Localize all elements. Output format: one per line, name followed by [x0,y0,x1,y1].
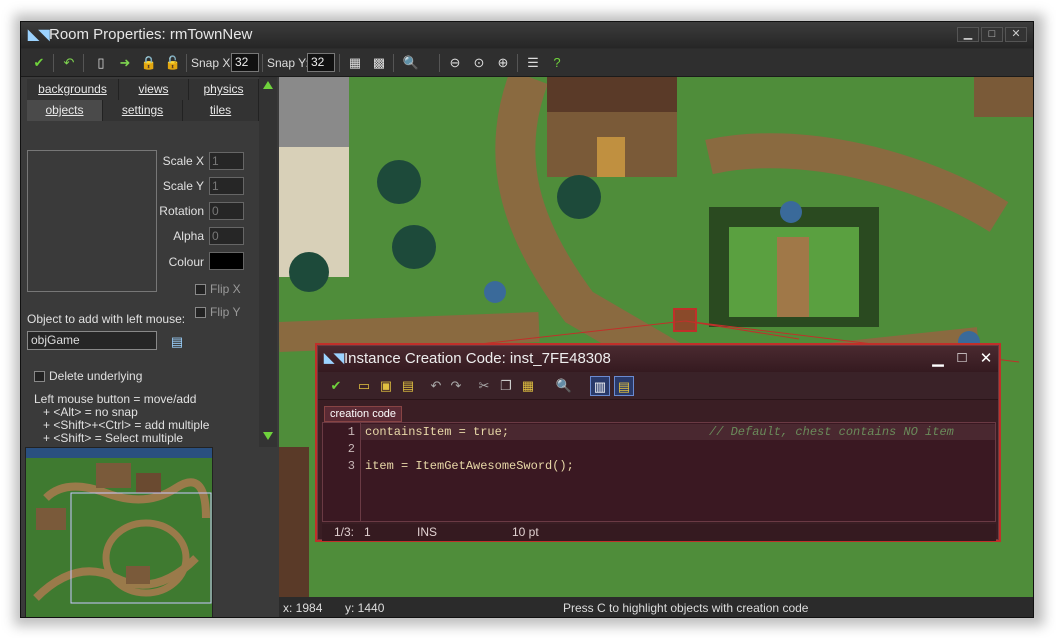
title-bar: ◣◥ Room Properties: rmTownNew ▁ □ ✕ [21,22,1033,48]
help-line: + <Shift> = Select multiple [43,431,184,445]
line-number: 2 [347,442,355,456]
help-icon[interactable]: ? [547,53,567,73]
flipx-label: Flip X [210,282,241,296]
maximize-button[interactable]: □ [981,27,1003,42]
room-minimap[interactable] [25,447,213,617]
undo-icon[interactable]: ↶ [426,376,446,396]
zoom-in-icon[interactable]: ⊕ [493,53,513,73]
dialog-close-button[interactable]: ✕ [976,349,996,367]
snapx-input[interactable]: 32 [231,53,259,72]
object-menu-icon[interactable]: ▤ [167,332,187,352]
flipy-checkbox[interactable] [195,307,206,318]
line-number: 1 [347,425,355,439]
cut-icon[interactable]: ✂ [474,376,494,396]
confirm-icon[interactable]: ✔ [326,376,346,396]
colour-label: Colour [168,255,204,269]
status-bar: x: 1984 y: 1440 Press C to highlight obj… [279,597,1033,617]
scaley-label: Scale Y [162,179,204,193]
status-column: 1 [364,525,371,539]
code-line[interactable]: item = ItemGetAwesomeSword(); [365,459,574,473]
object-preview [27,150,157,292]
colour-swatch[interactable] [209,252,244,270]
paste-icon[interactable]: ▦ [518,376,538,396]
open-icon[interactable]: ▭ [354,376,374,396]
zoom-reset-icon[interactable]: ⊙ [469,53,489,73]
code-editor[interactable]: 1 containsItem = true; // Default, chest… [322,422,996,522]
tab-physics[interactable]: physics [189,79,259,100]
room-toolbar: ✔ ↶ ▯ ➜ 🔒 🔓 Snap X: 32 Snap Y: 32 ▦ ▩ 🔍 … [21,49,1033,77]
object-input[interactable]: objGame [27,331,157,350]
tab-objects[interactable]: objects [27,100,103,121]
status-x: x: 1984 [283,601,323,615]
clear-room-icon[interactable]: ▯ [91,53,111,73]
status-mode: INS [417,525,438,539]
gamemaker-logo-icon: ◣◥ [28,26,50,42]
alpha-input[interactable]: 0 [209,227,244,245]
rotation-label: Rotation [159,204,204,218]
dialog-toolbar: ✔ ▭ ▣ ▤ ↶ ↷ ✂ ❐ ▦ 🔍 ▥ ▤ [318,372,998,400]
list-icon[interactable]: ☰ [523,53,543,73]
help-line: + <Alt> = no snap [43,405,138,419]
delete-underlying-label: Delete underlying [49,369,143,383]
copy-icon[interactable]: ❐ [496,376,516,396]
rotation-input[interactable]: 0 [209,202,244,220]
confirm-icon[interactable]: ✔ [29,53,49,73]
scalex-label: Scale X [162,154,204,168]
tab-creation-code[interactable]: creation code [324,406,403,422]
unlock-icon[interactable]: 🔓 [163,53,183,73]
search-icon[interactable]: 🔍 [554,376,574,396]
window-title: Room Properties: rmTownNew [49,26,253,43]
line-number: 3 [347,459,355,473]
tab-backgrounds[interactable]: backgrounds [27,79,119,100]
dialog-maximize-button[interactable]: □ [952,349,972,366]
alpha-label: Alpha [173,229,204,243]
left-scrollbar[interactable] [259,77,277,447]
print-icon[interactable]: ▤ [398,376,418,396]
tab-settings[interactable]: settings [103,100,183,121]
delete-underlying-checkbox[interactable] [34,371,45,382]
scalex-input[interactable]: 1 [209,152,244,170]
code-list-icon[interactable]: ▤ [614,376,634,396]
close-button[interactable]: ✕ [1005,27,1027,42]
scaley-input[interactable]: 1 [209,177,244,195]
snapy-label: Snap Y: [267,56,309,70]
snapy-input[interactable]: 32 [307,53,335,72]
save-icon[interactable]: ▣ [376,376,396,396]
view-dropdown-icon[interactable]: 🔍 [401,53,421,73]
help-line: + <Shift>+<Ctrl> = add multiple [43,418,210,432]
zoom-out-icon[interactable]: ⊖ [445,53,465,73]
status-hint: Press C to highlight objects with creati… [563,601,809,615]
shift-instances-icon[interactable]: ➜ [115,53,135,73]
object-label: Object to add with left mouse: [27,312,186,326]
undo-icon[interactable]: ↶ [59,53,79,73]
dialog-minimize-button[interactable]: ▁ [928,349,948,367]
help-line: Left mouse button = move/add [34,392,197,406]
tab-tiles[interactable]: tiles [183,100,259,121]
editor-status-bar: 1/3: 1 INS 10 pt [322,524,996,541]
flipy-label: Flip Y [210,305,241,319]
dialog-title-bar: ◣◥ Instance Creation Code: inst_7FE48308… [318,346,998,372]
code-line[interactable]: containsItem = true; [365,425,509,439]
dialog-title: Instance Creation Code: inst_7FE48308 [344,350,611,367]
creation-code-dialog: ◣◥ Instance Creation Code: inst_7FE48308… [317,345,999,541]
gamemaker-logo-icon: ◣◥ [324,350,344,365]
code-comment: // Default, chest contains NO item [709,425,954,439]
redo-icon[interactable]: ↷ [446,376,466,396]
minimize-button[interactable]: ▁ [957,27,979,42]
code-view-icon[interactable]: ▥ [590,376,610,396]
scroll-down-icon[interactable] [263,432,273,440]
grid-icon[interactable]: ▦ [345,53,365,73]
lock-icon[interactable]: 🔒 [139,53,159,73]
status-position: 1/3: [334,525,355,539]
flipx-checkbox[interactable] [195,284,206,295]
status-y: y: 1440 [345,601,385,615]
room-properties-window: ◣◥ Room Properties: rmTownNew ▁ □ ✕ ✔ ↶ … [20,21,1034,618]
tab-views[interactable]: views [119,79,189,100]
scroll-up-icon[interactable] [263,81,273,89]
status-font-size: 10 pt [512,525,539,539]
snapx-label: Snap X: [191,56,234,70]
left-panel: backgrounds views physics objects settin… [21,77,279,617]
iso-grid-icon[interactable]: ▩ [369,53,389,73]
